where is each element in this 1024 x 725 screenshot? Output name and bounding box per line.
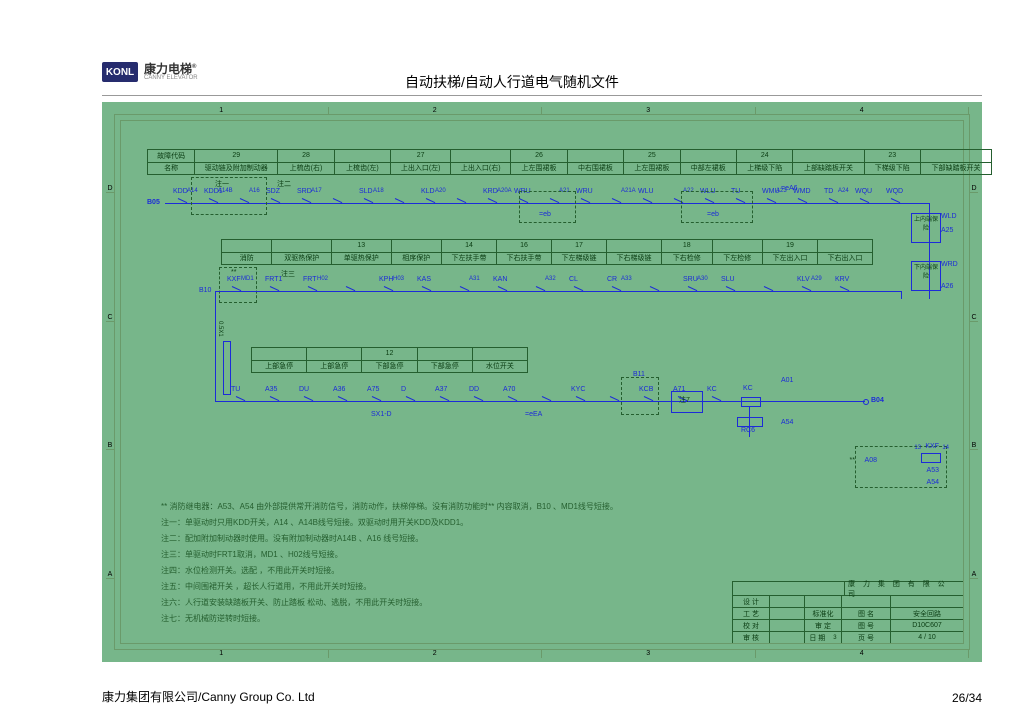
node-b05: B05 [147, 199, 160, 206]
footer-company: 康力集团有限公司/Canny Group Co. Ltd [102, 688, 315, 705]
title-block: 康 力 集 团 有 限 公 司设 计工 艺标准化图 名安全回路校 对审 定图 号… [732, 581, 963, 643]
mid-table: 131416171819消防双驱热保护单驱热保护相序保护下左扶手带下右扶手带下左… [221, 239, 873, 265]
node-b10: B10 [199, 287, 211, 294]
doc-title: 自动扶梯/自动人行道电气随机文件 [0, 72, 1024, 92]
page-number: 26/34 [952, 691, 982, 705]
note-7: 注七：无机械防逆转时短接。 [161, 613, 265, 624]
note-2: 注二：配加附加制动器时使用。没有附加制动器时A14B 、A16 线号短接。 [161, 533, 423, 544]
note-4: 注四：水位检测开关。选配 ，不用此开关时短接。 [161, 565, 339, 576]
fault-code-table: 故障代码29282726252423名称驱动链及附加制动器上梳齿(右)上梳齿(左… [147, 149, 992, 175]
lower-table: 12上部急停上部急停下部急停下部急停水位开关 [251, 347, 528, 373]
node-b04: B04 [871, 397, 884, 404]
note-6: 注六：人行道安装缺踏板开关、防止踏板 松动、逃脱，不用此开关时短接。 [161, 597, 427, 608]
note-3: 注三：单驱动时FRT1取消，MD1 、H02线号短接。 [161, 549, 343, 560]
note-1: 注一：单驱动时只用KDD开关，A14 、A14B线号短接。双驱动时用开关KDD及… [161, 517, 468, 528]
drawing-sheet: 1234 1234 DCBA DCBA 故障代码29282726252423名称… [102, 102, 982, 662]
note-0: ** 消防继电器：A53、A54 由外部提供常开消防信号，消防动作，扶梯停梯。没… [161, 501, 618, 512]
note-5: 注五：中间围裙开关 ，超长人行道用，不用此开关时短接。 [161, 581, 371, 592]
